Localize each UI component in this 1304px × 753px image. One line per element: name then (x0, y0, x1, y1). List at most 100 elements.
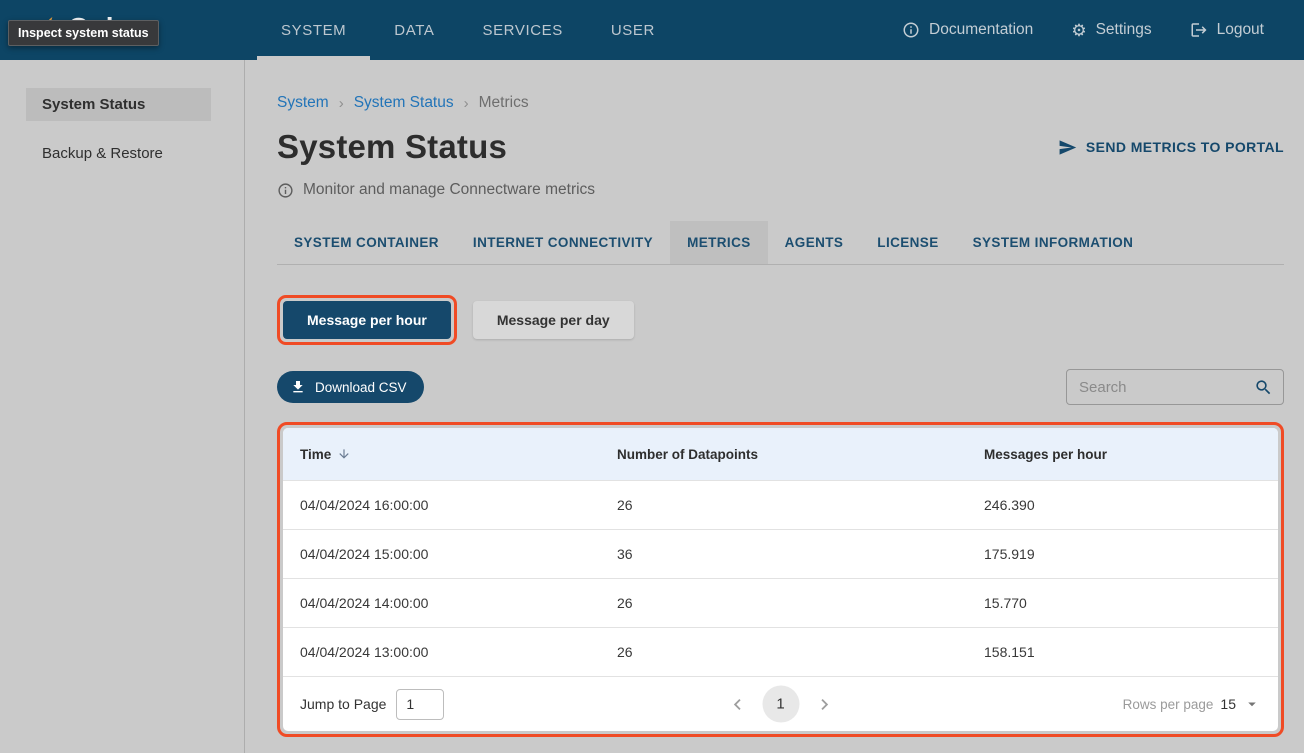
cell-time: 04/04/2024 14:00:00 (283, 595, 600, 611)
sidebar-item-label: Backup & Restore (42, 145, 163, 162)
pagination: 1 (726, 686, 835, 723)
tab-label: SYSTEM INFORMATION (973, 235, 1134, 250)
nav-item-user[interactable]: USER (587, 0, 679, 60)
breadcrumb: System › System Status › Metrics (277, 94, 1284, 112)
logout-button[interactable]: Logout (1190, 21, 1264, 39)
page-number-button[interactable]: 1 (762, 686, 799, 723)
cell-messages: 158.151 (967, 644, 1278, 660)
sidebar: System Status Backup & Restore (0, 60, 245, 753)
chevron-right-icon (813, 693, 835, 715)
column-label: Time (300, 447, 331, 462)
documentation-label: Documentation (929, 21, 1033, 39)
send-metrics-button[interactable]: SEND METRICS TO PORTAL (1058, 138, 1284, 157)
highlighted-metrics-table: Time Number of Datapoints Messages per h… (277, 422, 1284, 737)
search-box (1066, 369, 1284, 405)
column-header-datapoints[interactable]: Number of Datapoints (600, 447, 967, 462)
nav-item-data[interactable]: DATA (370, 0, 458, 60)
highlight-ring: Message per hour (277, 295, 457, 345)
tab-agents[interactable]: AGENTS (768, 221, 861, 264)
tab-internet-connectivity[interactable]: INTERNET CONNECTIVITY (456, 221, 670, 264)
chevron-left-icon (726, 693, 748, 715)
table-row[interactable]: 04/04/2024 14:00:00 26 15.770 (283, 578, 1278, 627)
breadcrumb-separator: › (464, 95, 469, 112)
jump-to-page-label: Jump to Page (300, 696, 386, 712)
sort-descending-icon[interactable] (337, 447, 351, 461)
nav-item-label: USER (611, 22, 655, 39)
next-page-button[interactable] (813, 693, 835, 715)
cell-messages: 246.390 (967, 497, 1278, 513)
settings-button[interactable]: ⚙ Settings (1071, 21, 1151, 39)
table-footer: Jump to Page 1 (283, 676, 1278, 731)
info-icon (277, 182, 294, 199)
rows-per-page-control[interactable]: Rows per page 15 (1123, 695, 1261, 713)
page-title: System Status (277, 128, 507, 166)
table-toolbar: Download CSV (277, 369, 1284, 405)
message-per-hour-button[interactable]: Message per hour (283, 301, 451, 339)
cell-messages: 175.919 (967, 546, 1278, 562)
top-navbar: Cybus Inspect system status SYSTEM DATA … (0, 0, 1304, 60)
search-icon[interactable] (1254, 378, 1273, 397)
sidebar-item-system-status[interactable]: System Status (26, 88, 211, 121)
breadcrumb-system[interactable]: System (277, 94, 329, 112)
logout-label: Logout (1217, 21, 1264, 39)
tab-metrics[interactable]: METRICS (670, 221, 768, 264)
tab-label: INTERNET CONNECTIVITY (473, 235, 653, 250)
cell-datapoints: 26 (600, 595, 967, 611)
documentation-button[interactable]: Documentation (902, 21, 1033, 39)
tab-label: SYSTEM CONTAINER (294, 235, 439, 250)
nav-item-label: SYSTEM (281, 22, 346, 39)
send-metrics-label: SEND METRICS TO PORTAL (1086, 139, 1284, 155)
nav-item-services[interactable]: SERVICES (458, 0, 586, 60)
rows-per-page-value: 15 (1220, 696, 1236, 712)
table-row[interactable]: 04/04/2024 15:00:00 36 175.919 (283, 529, 1278, 578)
column-label: Number of Datapoints (617, 447, 758, 462)
main-content: System › System Status › Metrics System … (245, 60, 1304, 753)
cell-messages: 15.770 (967, 595, 1278, 611)
breadcrumb-metrics: Metrics (479, 94, 529, 112)
previous-page-button[interactable] (726, 693, 748, 715)
tab-license[interactable]: LICENSE (860, 221, 955, 264)
tab-label: METRICS (687, 235, 751, 250)
metrics-tab-bar: SYSTEM CONTAINER INTERNET CONNECTIVITY M… (277, 221, 1284, 265)
cell-datapoints: 36 (600, 546, 967, 562)
breadcrumb-separator: › (339, 95, 344, 112)
search-input[interactable] (1079, 379, 1254, 396)
nav-item-label: DATA (394, 22, 434, 39)
nav-item-system[interactable]: SYSTEM (257, 0, 370, 60)
page-subtitle: Monitor and manage Connectware metrics (303, 181, 595, 199)
main-nav: SYSTEM DATA SERVICES USER (257, 0, 679, 60)
download-csv-button[interactable]: Download CSV (277, 371, 424, 403)
tab-system-information[interactable]: SYSTEM INFORMATION (956, 221, 1151, 264)
sidebar-item-label: System Status (42, 96, 145, 113)
column-label: Messages per hour (984, 447, 1107, 462)
cell-datapoints: 26 (600, 644, 967, 660)
column-header-messages[interactable]: Messages per hour (967, 447, 1278, 462)
page-subtitle-row: Monitor and manage Connectware metrics (277, 181, 1284, 199)
inspect-tooltip: Inspect system status (8, 20, 159, 46)
info-icon (902, 21, 920, 39)
nav-item-label: SERVICES (482, 22, 562, 39)
cell-time: 04/04/2024 15:00:00 (283, 546, 600, 562)
sidebar-item-backup-restore[interactable]: Backup & Restore (26, 137, 211, 170)
gear-icon: ⚙ (1071, 22, 1086, 39)
table-row[interactable]: 04/04/2024 16:00:00 26 246.390 (283, 480, 1278, 529)
table-header-row: Time Number of Datapoints Messages per h… (283, 428, 1278, 480)
cell-datapoints: 26 (600, 497, 967, 513)
jump-to-page-input[interactable] (396, 689, 444, 720)
logo-zone: Cybus Inspect system status (0, 0, 245, 60)
rows-per-page-label: Rows per page (1123, 697, 1214, 712)
table-row[interactable]: 04/04/2024 13:00:00 26 158.151 (283, 627, 1278, 676)
dropdown-arrow-icon (1243, 695, 1261, 713)
tab-label: AGENTS (785, 235, 844, 250)
message-per-day-button[interactable]: Message per day (473, 301, 634, 339)
metrics-table: Time Number of Datapoints Messages per h… (283, 428, 1278, 731)
tab-label: LICENSE (877, 235, 938, 250)
cell-time: 04/04/2024 13:00:00 (283, 644, 600, 660)
column-header-time[interactable]: Time (283, 447, 600, 462)
logout-icon (1190, 21, 1208, 39)
breadcrumb-system-status[interactable]: System Status (354, 94, 454, 112)
nav-actions: Documentation ⚙ Settings Logout (902, 0, 1304, 60)
tab-system-container[interactable]: SYSTEM CONTAINER (277, 221, 456, 264)
send-icon (1058, 138, 1077, 157)
download-csv-label: Download CSV (315, 380, 407, 395)
